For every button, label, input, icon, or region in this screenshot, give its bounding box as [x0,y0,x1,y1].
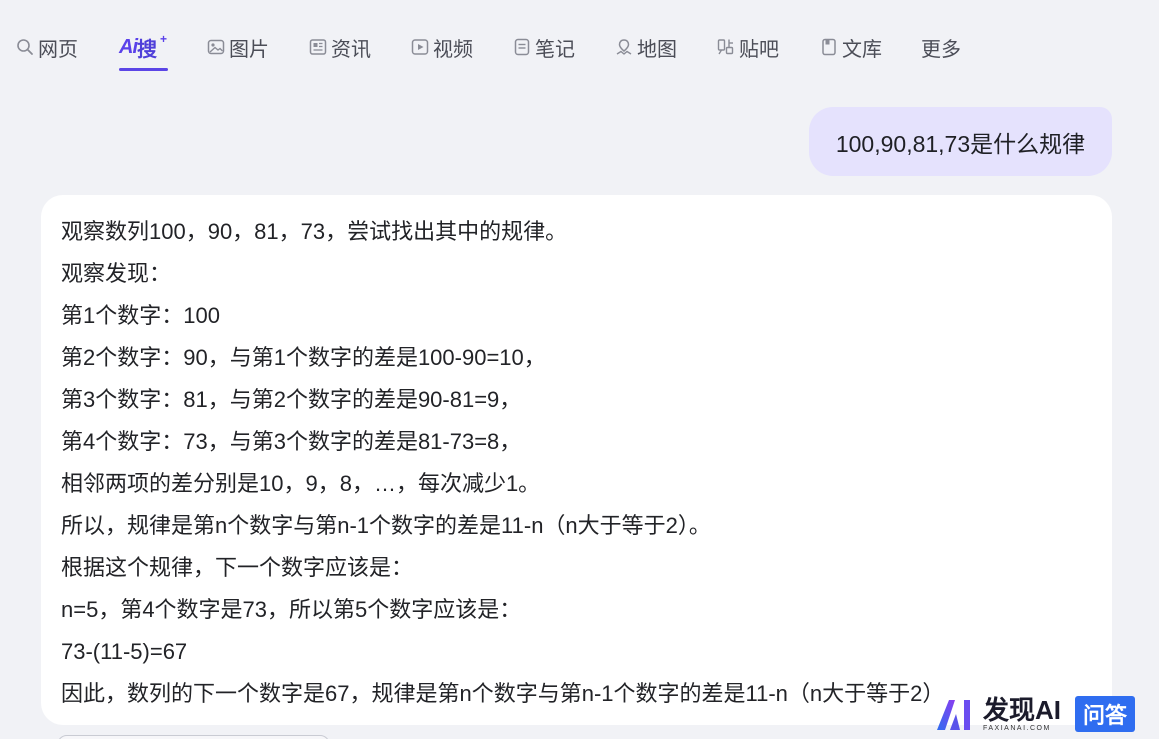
tab-more[interactable]: 更多 [921,32,961,62]
answer-line: 相邻两项的差分别是10，9，8，…，每次减少1。 [61,471,541,496]
watermark-url: FAXIANAI.COM [983,724,1051,732]
ai-answer-card: 观察数列100，90，81，73，尝试找出其中的规律。 观察发现： 第1个数字：… [41,195,1112,725]
answer-line: 第2个数字：90，与第1个数字的差是100-90=10， [61,345,546,370]
tab-label: 网页 [38,38,78,61]
faxianai-logo-icon [933,696,977,732]
tab-label: 地图 [637,38,677,61]
tab-label: 图片 [229,38,269,61]
answer-line: n=5，第4个数字是73，所以第5个数字应该是： [61,597,522,622]
answer-line: 观察发现： [61,261,172,286]
follow-up-button[interactable] [57,735,330,739]
tab-label: 视频 [433,38,473,61]
user-question-text: 100,90,81,73是什么规律 [835,130,1086,157]
tab-news[interactable]: 资讯 [309,32,371,62]
watermark-name: 发现AI [983,694,1062,725]
answer-line: 73-(11-5)=67 [61,639,188,664]
answer-line: 根据这个规律，下一个数字应该是： [61,555,414,580]
tab-label: 搜 [137,38,157,61]
tab-video[interactable]: 视频 [411,32,473,62]
ai-logo: Ai [119,35,138,58]
search-icon [16,38,34,56]
watermark-badge: 问答 [1075,696,1136,732]
answer-text: 观察数列100，90，81，73，尝试找出其中的规律。 观察发现： 第1个数字：… [61,211,1092,715]
tab-tieba[interactable]: 贴吧 [717,32,779,62]
ai-plus-mark: + [160,32,168,46]
tab-images[interactable]: 图片 [207,32,269,62]
answer-line: 第1个数字：100 [61,303,220,328]
tab-label: 资讯 [331,38,371,61]
video-icon [411,38,429,56]
user-question-bubble: 100,90,81,73是什么规律 [809,107,1112,176]
tab-label: 贴吧 [739,38,779,61]
active-tab-underline [119,68,169,71]
watermark-text: 发现AI FAXIANAI.COM [983,697,1061,732]
tab-label: 文库 [842,38,882,61]
answer-line: 观察数列100，90，81，73，尝试找出其中的规律。 [61,219,568,244]
answer-line: 第4个数字：73，与第3个数字的差是81-73=8， [61,429,522,454]
watermark: 发现AI FAXIANAI.COM 问答 [933,690,1157,738]
search-page: 网页 Ai 搜 + 图片 资讯 视频 笔记 地图 贴吧 文库 更多 100,90… [0,0,1159,739]
map-icon [615,38,633,56]
doc-icon [820,38,838,56]
tab-ai-search[interactable]: Ai 搜 + [119,32,169,71]
answer-line: 第3个数字：81，与第2个数字的差是90-81=9， [61,387,522,412]
top-nav: 网页 Ai 搜 + 图片 资讯 视频 笔记 地图 贴吧 文库 更多 [0,0,1159,90]
image-icon [207,38,225,56]
news-icon [309,38,327,56]
tieba-icon [717,38,735,56]
tab-label: 笔记 [535,38,575,61]
note-icon [513,38,531,56]
tab-notes[interactable]: 笔记 [513,32,575,62]
answer-line: 所以，规律是第n个数字与第n-1个数字的差是11-n（n大于等于2）。 [61,513,711,538]
tab-label: 更多 [921,38,961,61]
tab-web[interactable]: 网页 [16,32,78,62]
tab-docs[interactable]: 文库 [820,32,882,62]
tab-map[interactable]: 地图 [615,32,677,62]
